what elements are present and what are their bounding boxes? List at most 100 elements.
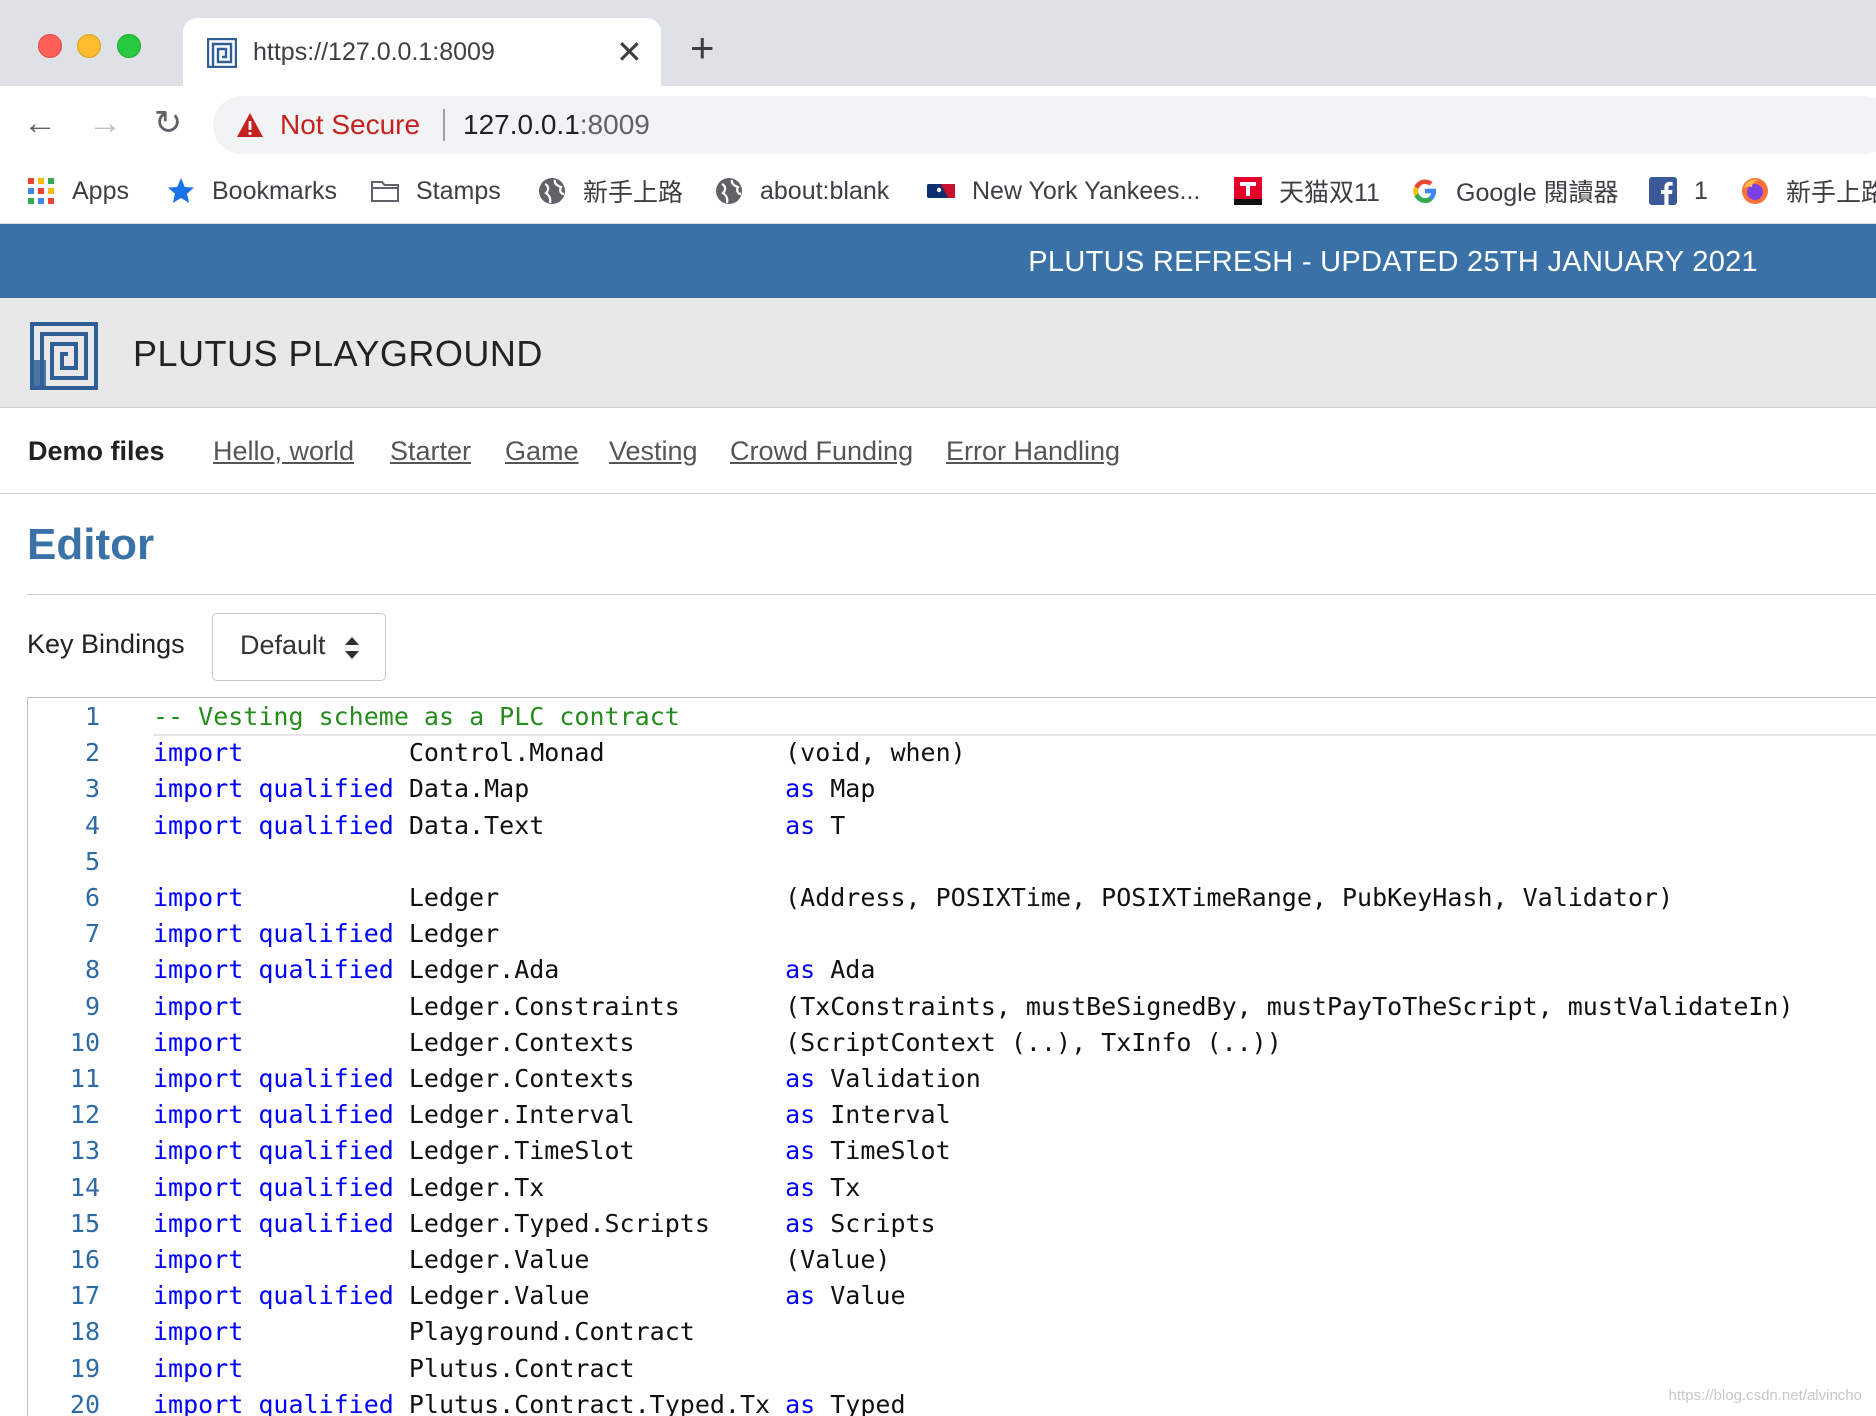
code-line[interactable]: 10 import Ledger.Contexts (ScriptContext (.…	[28, 1025, 1876, 1061]
bookmark-bookmarks[interactable]: Bookmarks	[166, 170, 337, 212]
code-line[interactable]: 4 import qualified Data.Text as T	[28, 808, 1876, 844]
key-bindings-label: Key Bindings	[27, 629, 185, 659]
bookmark-about-blank[interactable]: about:blank	[714, 170, 889, 212]
bookmark-label: Apps	[72, 176, 129, 205]
code-import-list: Interval	[830, 1100, 951, 1130]
code-line[interactable]: 17 import qualified Ledger.Value as Value	[28, 1278, 1876, 1314]
new-tab-icon[interactable]: +	[690, 27, 715, 69]
code-keyword-qualified: qualified	[258, 774, 394, 804]
facebook-icon	[1649, 177, 1677, 205]
code-line[interactable]: 1 -- Vesting scheme as a PLC contract	[28, 699, 1876, 736]
line-number: 17	[69, 1281, 100, 1311]
bookmark-label: 新手上路	[583, 179, 684, 207]
address-bar[interactable]: Not Secure 127.0.0.1:8009	[213, 96, 1876, 154]
code-line[interactable]: 9 import Ledger.Constraints (TxConstraints,…	[28, 989, 1876, 1025]
url-text[interactable]: 127.0.0.1:8009	[463, 109, 650, 141]
code-line[interactable]: 18 import Playground.Contract	[28, 1314, 1876, 1350]
url-host: 127.0.0.1	[463, 109, 580, 140]
demo-link-error-handling[interactable]: Error Handling	[946, 436, 1120, 467]
code-module-name: Plutus.Contract	[408, 1353, 635, 1383]
code-module-name: Data.Text	[408, 810, 545, 840]
tab-close-icon[interactable]: ✕	[616, 32, 643, 72]
code-keyword: import	[153, 1136, 244, 1166]
forward-arrow-icon[interactable]: →	[87, 106, 123, 142]
code-keyword: import	[153, 919, 244, 949]
code-line[interactable]: 3 import qualified Data.Map as Map	[28, 771, 1876, 807]
bookmark-yankees[interactable]: New York Yankees...	[926, 170, 1200, 212]
watermark: https://blog.csdn.net/alvincho	[1668, 1387, 1862, 1404]
browser-tabstrip: https://127.0.0.1:8009 ✕ +	[0, 0, 1876, 88]
code-line[interactable]: 5	[28, 844, 1876, 880]
bookmark-tmall[interactable]: 天猫双11	[1233, 170, 1380, 212]
demo-link-starter[interactable]: Starter	[390, 436, 471, 467]
code-line[interactable]: 19 import Plutus.Contract	[28, 1351, 1876, 1387]
not-secure-label[interactable]: Not Secure	[280, 109, 420, 141]
code-line[interactable]: 14 import qualified Ledger.Tx as Tx	[28, 1170, 1876, 1206]
bookmark-stamps[interactable]: Stamps	[370, 170, 501, 212]
demo-files-label: Demo files	[28, 436, 165, 466]
code-keyword: import	[153, 1281, 244, 1311]
key-bindings-select[interactable]: Default	[212, 613, 386, 681]
browser-tab-active[interactable]: https://127.0.0.1:8009 ✕	[183, 18, 661, 88]
announcement-banner: PLUTUS REFRESH - UPDATED 25TH JANUARY 20…	[0, 224, 1876, 298]
bookmark-label: Stamps	[416, 176, 501, 205]
demo-link-vesting[interactable]: Vesting	[609, 436, 698, 467]
code-line[interactable]: 15 import qualified Ledger.Typed.Scripts as S…	[28, 1206, 1876, 1242]
close-window-button[interactable]	[38, 34, 62, 58]
code-module-name: Ledger.Value	[408, 1245, 590, 1274]
tab-title: https://127.0.0.1:8009	[253, 38, 495, 66]
maximize-window-button[interactable]	[117, 34, 141, 58]
code-keyword: import	[153, 1172, 244, 1202]
demo-link-hello-world[interactable]: Hello, world	[213, 436, 354, 467]
code-module-name: Ledger	[408, 883, 500, 912]
back-arrow-icon[interactable]: ←	[22, 106, 58, 142]
warning-triangle-icon[interactable]	[235, 110, 265, 140]
code-editor[interactable]: 1 -- Vesting scheme as a PLC contract 2 imp…	[27, 697, 1876, 1416]
url-port: :8009	[579, 109, 650, 140]
code-keyword: import	[153, 1353, 244, 1383]
line-number: 9	[84, 991, 100, 1021]
minimize-window-button[interactable]	[77, 34, 101, 58]
bookmark-xinshou-2[interactable]: 新手上路	[1740, 170, 1876, 212]
code-module-name: Ledger.Interval	[408, 1100, 635, 1130]
apps-grid-icon	[28, 178, 54, 204]
bookmark-apps[interactable]: Apps	[26, 170, 129, 212]
globe-icon	[539, 178, 565, 204]
bookmark-xinshou-1[interactable]: 新手上路	[537, 170, 683, 212]
code-keyword: import	[153, 1317, 244, 1347]
tmall-icon	[1234, 177, 1262, 205]
code-line[interactable]: 6 import Ledger (Address, POSIXTime, POSIXT…	[28, 880, 1876, 916]
omnibox-separator	[443, 109, 445, 141]
code-keyword: import	[153, 991, 244, 1021]
banner-text[interactable]: PLUTUS REFRESH - UPDATED 25TH JANUARY 20…	[1028, 246, 1758, 279]
code-keyword: import	[153, 1208, 244, 1238]
demo-files-bar: Demo files Hello, world Starter Game Ves…	[0, 408, 1876, 494]
code-line[interactable]: 7 import qualified Ledger	[28, 916, 1876, 952]
globe-icon	[716, 178, 742, 204]
plutus-logo-icon[interactable]	[30, 322, 98, 390]
code-line[interactable]: 20 import qualified Plutus.Contract.Typed.T…	[28, 1387, 1876, 1416]
bookmark-facebook[interactable]: 1	[1648, 170, 1708, 212]
code-line[interactable]: 16 import Ledger.Value (Value)	[28, 1242, 1876, 1278]
bookmark-label: 天猫双11	[1279, 179, 1380, 207]
code-line[interactable]: 13 import qualified Ledger.TimeSlot as TimeSl…	[28, 1133, 1876, 1169]
code-comment: -- Vesting scheme as a PLC contract	[153, 702, 680, 731]
reload-icon[interactable]: ↻	[150, 106, 186, 142]
line-number: 4	[84, 810, 100, 840]
code-keyword-as: as	[785, 810, 816, 840]
line-number: 19	[69, 1353, 100, 1383]
code-line[interactable]: 12 import qualified Ledger.Interval as Interv…	[28, 1097, 1876, 1133]
demo-link-crowd-funding[interactable]: Crowd Funding	[730, 436, 913, 467]
code-module-name: Ledger.Tx	[408, 1172, 545, 1202]
folder-icon	[371, 181, 399, 202]
code-line[interactable]: 2 import Control.Monad (void, when)	[28, 735, 1876, 771]
code-module-name: Control.Monad	[408, 738, 605, 768]
code-import-list: Typed	[830, 1389, 906, 1416]
bookmark-google-reader[interactable]: Google 閱讀器	[1410, 170, 1619, 212]
code-keyword-qualified: qualified	[258, 919, 394, 949]
demo-link-game[interactable]: Game	[505, 436, 579, 467]
code-import-list: Ada	[830, 955, 876, 985]
code-line[interactable]: 11 import qualified Ledger.Contexts as Valida…	[28, 1061, 1876, 1097]
code-import-list: TimeSlot	[830, 1136, 951, 1166]
code-line[interactable]: 8 import qualified Ledger.Ada as Ada	[28, 952, 1876, 988]
